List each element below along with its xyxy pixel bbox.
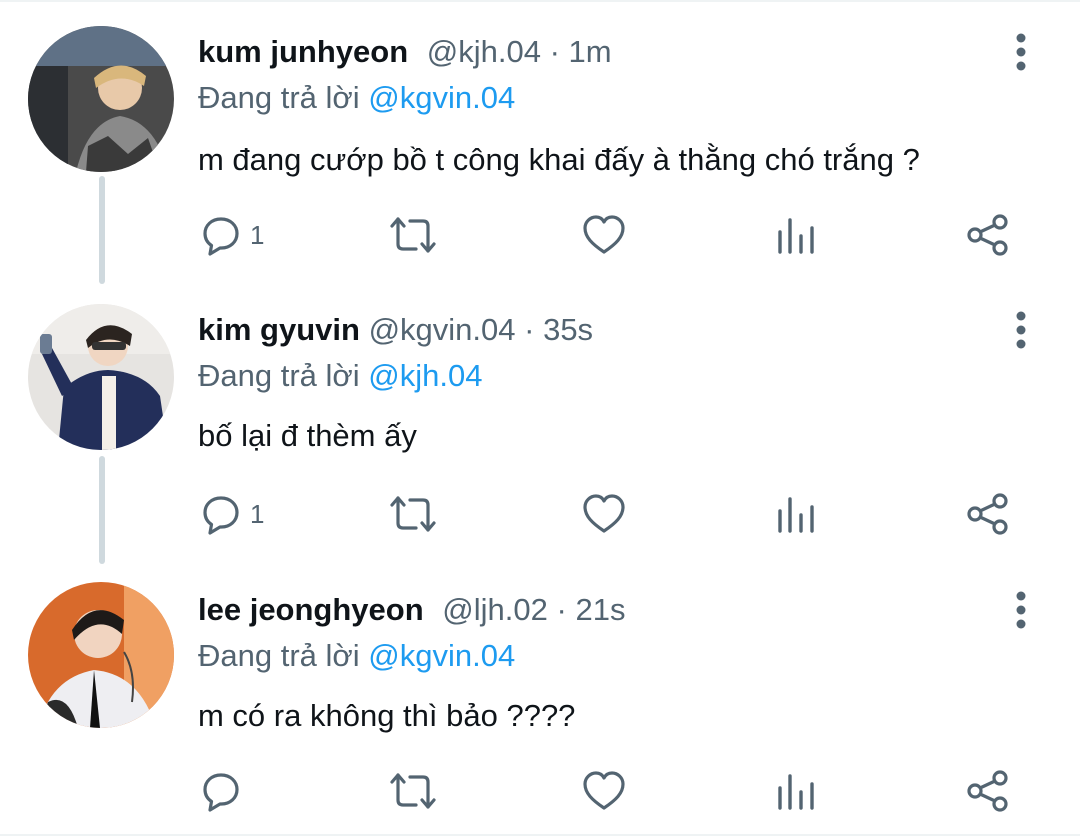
like-button[interactable]: [582, 212, 626, 258]
share-icon: [967, 493, 1008, 535]
more-vertical-icon: [1016, 33, 1026, 71]
more-options-button[interactable]: [1004, 30, 1038, 74]
user-handle[interactable]: @kjh.04: [427, 34, 541, 69]
more-options-button[interactable]: [1004, 308, 1038, 352]
views-button[interactable]: [776, 768, 816, 814]
heart-icon: [583, 494, 625, 533]
replying-to-label: Đang trả lời: [198, 358, 360, 393]
analytics-icon: [778, 218, 814, 254]
replying-to-label: Đang trả lời: [198, 80, 360, 115]
replying-to: Đang trả lời @kgvin.04: [198, 78, 515, 118]
share-button[interactable]: [966, 768, 1010, 814]
timestamp[interactable]: 1m: [569, 34, 612, 69]
timestamp[interactable]: 21s: [575, 592, 625, 627]
like-button[interactable]: [582, 768, 626, 814]
comment-icon: [203, 496, 239, 535]
retweet-icon: [390, 773, 436, 809]
user-handle[interactable]: @ljh.02: [442, 592, 548, 627]
tweet-text: m có ra không thì bảo ????: [198, 698, 576, 733]
reply-button[interactable]: 1: [200, 212, 264, 258]
thread-connector: [99, 456, 105, 564]
retweet-button[interactable]: [388, 491, 438, 537]
display-name[interactable]: kim gyuvin: [198, 312, 360, 347]
top-divider: [0, 0, 1080, 2]
comment-icon: [203, 773, 239, 812]
more-vertical-icon: [1016, 591, 1026, 629]
reply-button[interactable]: [200, 768, 250, 814]
replying-to: Đang trả lời @kjh.04: [198, 356, 482, 396]
heart-icon: [583, 215, 625, 254]
reply-count: 1: [250, 219, 265, 250]
share-icon: [967, 770, 1008, 812]
avatar[interactable]: [28, 582, 174, 728]
more-options-button[interactable]: [1004, 588, 1038, 632]
comment-icon: [203, 217, 239, 256]
views-button[interactable]: [776, 212, 816, 258]
like-button[interactable]: [582, 491, 626, 537]
mention-link[interactable]: @kjh.04: [368, 358, 482, 393]
display-name[interactable]: lee jeonghyeon: [198, 592, 424, 627]
tweet-text: m đang cướp bồ t công khai đấy à thằng c…: [198, 142, 920, 177]
replying-to: Đang trả lời @kgvin.04: [198, 636, 515, 676]
timestamp[interactable]: 35s: [543, 312, 593, 347]
tweet-header: kum junhyeon @kjh.04 · 1m: [198, 32, 612, 72]
retweet-button[interactable]: [388, 768, 438, 814]
mention-link[interactable]: @kgvin.04: [368, 638, 515, 673]
avatar[interactable]: [28, 304, 174, 450]
mention-link[interactable]: @kgvin.04: [368, 80, 515, 115]
retweet-button[interactable]: [388, 212, 438, 258]
user-handle[interactable]: @kgvin.04: [369, 312, 516, 347]
replying-to-label: Đang trả lời: [198, 638, 360, 673]
display-name[interactable]: kum junhyeon: [198, 34, 408, 69]
thread-connector: [99, 176, 105, 284]
share-button[interactable]: [966, 491, 1010, 537]
heart-icon: [583, 771, 625, 810]
separator-dot: ·: [524, 312, 535, 347]
separator-dot: ·: [549, 34, 560, 69]
avatar[interactable]: [28, 26, 174, 172]
retweet-icon: [390, 217, 436, 253]
views-button[interactable]: [776, 491, 816, 537]
analytics-icon: [778, 774, 814, 810]
reply-count: 1: [250, 498, 265, 529]
more-vertical-icon: [1016, 311, 1026, 349]
share-button[interactable]: [966, 212, 1010, 258]
share-icon: [967, 214, 1008, 256]
tweet-header: lee jeonghyeon @ljh.02 · 21s: [198, 590, 625, 630]
retweet-icon: [390, 496, 436, 532]
reply-button[interactable]: 1: [200, 491, 264, 537]
separator-dot: ·: [556, 592, 567, 627]
tweet-header: kim gyuvin @kgvin.04 · 35s: [198, 310, 593, 350]
tweet-text: bố lại đ thèm ấy: [198, 418, 417, 453]
analytics-icon: [778, 497, 814, 533]
